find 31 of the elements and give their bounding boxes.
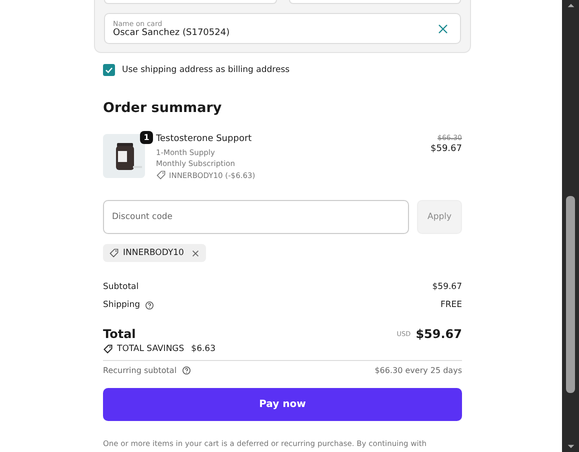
product-name: Testosterone Support — [156, 134, 253, 144]
savings-label: TOTAL SAVINGS — [117, 344, 184, 354]
line-value: $59.67 — [432, 282, 462, 292]
clear-icon[interactable] — [438, 24, 448, 34]
total-value: $59.67 — [416, 327, 462, 341]
help-icon[interactable] — [182, 366, 191, 375]
total-label: Total — [103, 327, 136, 341]
section-title: Order summary — [103, 100, 223, 116]
line-label: Subtotal — [103, 282, 139, 292]
scrollbar[interactable] — [562, 0, 579, 452]
scroll-down-icon[interactable] — [566, 444, 574, 449]
tag-icon — [156, 170, 166, 180]
discount-code-field[interactable]: Discount code — [103, 200, 409, 234]
help-icon[interactable] — [145, 300, 154, 310]
scroll-up-icon[interactable] — [566, 3, 574, 8]
quantity-badge: 1 — [140, 131, 153, 144]
checkbox[interactable] — [103, 64, 115, 76]
remove-icon[interactable] — [190, 248, 200, 258]
discount-code: INNERBODY10 — [123, 248, 184, 258]
price: $59.67 — [430, 144, 462, 154]
tag-icon — [103, 344, 113, 354]
scrollbar-thumb[interactable] — [566, 196, 575, 393]
pay-now-button[interactable]: Pay now — [103, 388, 462, 421]
tag-icon — [109, 248, 119, 258]
line-value: FREE — [440, 300, 462, 310]
recurring-label: Recurring subtotal — [103, 366, 177, 375]
savings-value: $6.63 — [191, 344, 216, 354]
recurring-value: $66.30 every 25 days — [374, 366, 462, 375]
line-label: Shipping — [103, 300, 140, 310]
checkbox-label: Use shipping address as billing address — [122, 65, 290, 75]
field-value: Oscar Sanchez (S170524) — [113, 28, 231, 38]
